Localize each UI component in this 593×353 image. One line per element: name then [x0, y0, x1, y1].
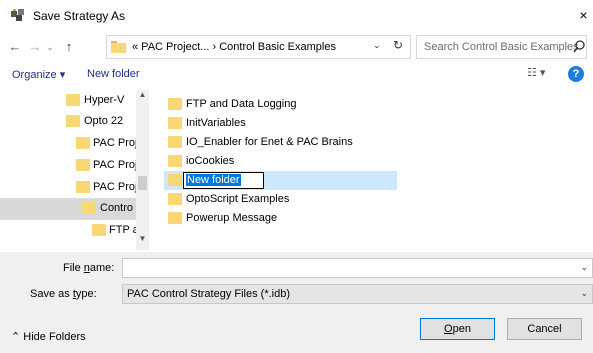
file-name-label: File name:: [63, 262, 114, 274]
open-label: pen: [452, 323, 471, 335]
open-button[interactable]: Open: [420, 318, 495, 340]
new-folder-button[interactable]: New folder: [87, 68, 140, 80]
folder-icon: [168, 136, 182, 148]
folder-icon: [76, 137, 90, 149]
folder-icon: [168, 98, 182, 110]
file-name-input[interactable]: ⌄: [122, 258, 593, 278]
recent-locations-button[interactable]: ⌄: [44, 38, 56, 56]
nav-item-opto-22[interactable]: Opto 22: [0, 111, 136, 133]
folder-icon: [92, 224, 106, 236]
folder-icon: [168, 155, 182, 167]
navigation-pane: Hyper-V Opto 22 PAC Proj PAC Proj PAC Pr…: [0, 90, 150, 250]
nav-item-label: Contro: [100, 202, 134, 214]
item-label: IO_Enabler for Enet & PAC Brains: [186, 136, 353, 148]
rename-selected-text[interactable]: New folder: [186, 174, 241, 186]
save-type-label-part: ype:: [75, 288, 97, 300]
file-list: FTP and Data Logging InitVariables IO_En…: [164, 95, 564, 245]
item-label: FTP and Data Logging: [186, 98, 297, 110]
forward-button[interactable]: →: [26, 38, 44, 56]
nav-item-label: PAC Proj: [93, 137, 138, 149]
folder-icon: [82, 202, 96, 214]
scrollbar-thumb[interactable]: [138, 176, 147, 190]
nav-item-ftp[interactable]: FTP a: [0, 220, 139, 242]
folder-icon: [111, 41, 126, 53]
hide-folders-button[interactable]: ⌃ Hide Folders: [11, 330, 86, 343]
nav-item-control-basic-examples[interactable]: Contro: [0, 198, 136, 220]
breadcrumb[interactable]: « PAC Project... › Control Basic Example…: [132, 41, 336, 53]
file-name-label-part: ame:: [89, 262, 115, 274]
search-input[interactable]: Search Control Basic Examples: [416, 35, 587, 59]
folder-icon: [168, 174, 182, 186]
list-item[interactable]: FTP and Data Logging: [164, 95, 397, 114]
nav-item-label: FTP a: [109, 224, 139, 236]
list-item[interactable]: OptoScript Examples: [164, 190, 397, 209]
save-as-type-value: PAC Control Strategy Files (*.idb): [127, 288, 291, 300]
folder-icon: [76, 181, 90, 193]
scroll-up-arrow-icon[interactable]: ▲: [136, 90, 149, 102]
save-as-type-select[interactable]: PAC Control Strategy Files (*.idb) ⌄: [122, 284, 593, 304]
item-label: OptoScript Examples: [186, 193, 290, 205]
back-button[interactable]: ←: [6, 38, 24, 56]
nav-item-hyper-v[interactable]: Hyper-V: [0, 90, 136, 112]
save-as-type-label: Save as type:: [30, 288, 97, 300]
list-item[interactable]: ioCookies: [164, 152, 397, 171]
nav-item-label: Hyper-V: [84, 94, 125, 106]
chevron-down-icon[interactable]: ⌄: [373, 40, 381, 51]
search-icon: [573, 40, 585, 53]
nav-item-label: PAC Proj: [93, 159, 138, 171]
item-label: InitVariables: [186, 117, 246, 129]
close-button[interactable]: ×: [574, 6, 593, 24]
chevron-down-icon[interactable]: ⌄: [580, 288, 588, 299]
file-name-label-part: File: [63, 262, 84, 274]
folder-icon: [66, 115, 80, 127]
title-bar: Save Strategy As ×: [0, 0, 593, 30]
list-item[interactable]: Powerup Message: [164, 209, 397, 228]
nav-item-pac-project-3[interactable]: PAC Proj: [0, 177, 138, 199]
folder-icon: [168, 117, 182, 129]
item-label: ioCookies: [186, 155, 235, 167]
navigation-bar: ← → ⌄ ↑ « PAC Project... › Control Basic…: [0, 30, 593, 64]
chevron-down-icon[interactable]: ⌄: [580, 262, 588, 273]
toolbar: Organize ▾ New folder ☷ ▾ ?: [0, 64, 593, 88]
search-placeholder: Search Control Basic Examples: [424, 41, 579, 53]
cancel-button[interactable]: Cancel: [507, 318, 582, 340]
item-label: Powerup Message: [186, 212, 278, 224]
nav-item-label: PAC Proj: [93, 181, 138, 193]
organize-button[interactable]: Organize ▾: [12, 68, 65, 81]
save-type-label-part: Save as: [30, 288, 73, 300]
folder-icon: [66, 94, 80, 106]
list-item-editing[interactable]: New folder: [164, 171, 397, 190]
list-item[interactable]: InitVariables: [164, 114, 397, 133]
open-accel: O: [444, 323, 453, 335]
nav-pane-scrollbar[interactable]: [136, 90, 149, 250]
nav-item-label: Opto 22: [84, 115, 124, 127]
up-button[interactable]: ↑: [60, 38, 78, 56]
folder-icon: [168, 212, 182, 224]
refresh-button[interactable]: ↻: [389, 38, 407, 52]
nav-item-pac-project-1[interactable]: PAC Proj: [0, 133, 138, 155]
view-options-button[interactable]: ☷ ▾: [527, 66, 557, 84]
app-icon: [11, 9, 24, 21]
save-options-panel: File name: ⌄ Save as type: PAC Control S…: [0, 252, 593, 353]
window-title: Save Strategy As: [33, 9, 126, 23]
nav-item-pac-project-2[interactable]: PAC Proj: [0, 155, 138, 177]
scroll-down-arrow-icon[interactable]: ▼: [136, 234, 149, 246]
rename-input[interactable]: New folder: [183, 172, 264, 189]
folder-icon: [168, 193, 182, 205]
help-button[interactable]: ?: [568, 66, 584, 82]
folder-icon: [76, 159, 90, 171]
address-bar[interactable]: « PAC Project... › Control Basic Example…: [106, 35, 411, 59]
list-item[interactable]: IO_Enabler for Enet & PAC Brains: [164, 133, 397, 152]
